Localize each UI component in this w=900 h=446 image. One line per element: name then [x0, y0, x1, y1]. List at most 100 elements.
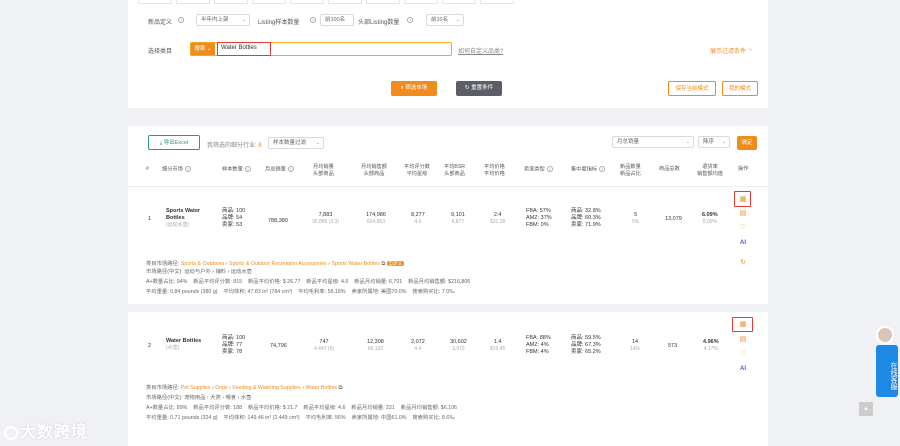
avg-reviews: 8,277 4.6 [411, 212, 425, 225]
industry-text: 我筛选的细分行业: 8 [207, 143, 262, 149]
tile[interactable] [328, 0, 362, 4]
avg-bsr: 30,602 3,972 [450, 339, 467, 352]
tile[interactable] [290, 0, 324, 4]
export-excel-button[interactable]: ⤓ 导出Excel [148, 135, 200, 150]
col-avg-sales[interactable]: 月均销量 头部商品 [313, 164, 334, 178]
filter-panel: 新品定义 ? 半年内上架 ⌄ Listing样本数量 ? 前100名 头部List… [128, 0, 768, 108]
heart-icon[interactable]: ♡ [739, 350, 747, 358]
tile[interactable] [138, 0, 172, 4]
tile[interactable] [404, 0, 438, 4]
col-sample[interactable]: 样本数量? [222, 166, 251, 173]
help-icon[interactable]: ? [310, 17, 316, 23]
expand-filters-link[interactable]: 展示过滤条件 ⌃ [710, 46, 753, 55]
logo: 大数跨境 [4, 418, 88, 442]
concentration: 商品: 59.5% 品牌: 67.3% 卖家: 65.2% [571, 335, 601, 355]
head-listing-select[interactable]: 前10名 ⌄ [426, 14, 464, 26]
path-badge: 自定义 [386, 261, 405, 266]
listing-sample-select[interactable]: 前100名 [320, 14, 354, 26]
category-label: 选择类目 [148, 49, 173, 55]
divider [128, 186, 768, 187]
return-rate: 4.96% 4.17% [703, 339, 719, 352]
col-avg-revenue[interactable]: 月均销售额 头部商品 [361, 164, 387, 178]
path-cn: 市场路径(中文): 宠物用品 › 犬类 › 喂食 › 水壶 [146, 395, 252, 401]
sample-counts: 商品: 100 品牌: 54 卖家: 53 [222, 208, 246, 228]
seller-type: FBA: 57% AMZ: 37% FBM: 0% [526, 208, 552, 228]
col-total-products[interactable]: 商品总数 [659, 166, 680, 173]
avg-sales: 7,883 35,889 (3.3) [312, 212, 339, 225]
tile[interactable] [176, 0, 210, 4]
heart-icon[interactable]: ♡ [739, 224, 747, 232]
avg-revenue: 12,308 69,132 [367, 339, 384, 352]
avg-price: 2.4 $31.28 [490, 212, 506, 225]
external-link-icon[interactable]: ⧉ [381, 261, 385, 267]
path-link[interactable]: Sports & Outdoors [181, 261, 225, 267]
chevron-down-icon: ⌄ [455, 17, 460, 23]
seller-type: FBA: 88% AMZ: 4% FBM: 4% [526, 335, 551, 355]
reset-button[interactable]: ↻ 重置条件 [456, 81, 502, 96]
col-monthly-sales[interactable]: 月总销量? [265, 166, 294, 173]
help-icon[interactable]: ? [178, 17, 184, 23]
ai-icon[interactable]: AI [739, 239, 747, 247]
path-link[interactable]: Feeding & Watering Supplies [232, 385, 300, 391]
custom-category-link[interactable]: 如何自定义品类? [458, 46, 503, 55]
document-icon[interactable]: ▤ [739, 336, 747, 344]
new-products: 5 5% [632, 212, 640, 225]
category-path: 类目市场路径: Pet Supplies › Dogs › Feeding & … [146, 385, 343, 391]
my-template-button[interactable]: 我的模式 [722, 81, 758, 96]
sample-filter-select[interactable]: 样本数量过滤 ⌄ [268, 137, 324, 149]
tile[interactable] [214, 0, 248, 4]
market-name[interactable]: Water Bottles (水壶) [166, 338, 201, 352]
row-separator [128, 304, 768, 312]
chevron-up-icon: ⌃ [747, 49, 753, 55]
col-market[interactable]: 细分市场? [162, 166, 191, 173]
confirm-button[interactable]: 确定 [737, 136, 757, 150]
col-avg-reviews[interactable]: 平均评分数 平均星级 [404, 164, 430, 178]
help-icon[interactable]: ? [407, 17, 413, 23]
help-icon: ? [598, 166, 605, 172]
col-avg-bsr[interactable]: 平均BSR 头部商品 [444, 164, 465, 178]
search-type-select[interactable]: 搜索 ⌄ [191, 43, 215, 55]
avatar[interactable] [876, 326, 894, 344]
ai-icon[interactable]: AI [739, 365, 747, 373]
col-index: # [146, 166, 149, 172]
help-icon: ? [546, 166, 553, 172]
path-link[interactable]: Sports Water Bottles [332, 261, 380, 267]
col-avg-price[interactable]: 平均价格 平均价格 [484, 164, 505, 178]
avg-price: 1.4 $19.45 [490, 339, 506, 352]
top-tiles [138, 0, 514, 4]
external-link-icon[interactable]: ⧉ [339, 385, 343, 391]
download-icon: ⤓ [159, 140, 163, 146]
total-products: 573 [668, 343, 678, 349]
monthly-sales: 788,380 [268, 218, 288, 224]
help-icon: ? [184, 166, 191, 172]
col-seller-type[interactable]: 卖家类型? [524, 166, 553, 173]
path-link[interactable]: Water Bottles [305, 385, 337, 391]
document-icon[interactable]: ▤ [739, 210, 747, 218]
sort-order-select[interactable]: 降序 ⌄ [698, 136, 730, 148]
new-definition-select[interactable]: 半年内上架 ⌄ [196, 14, 250, 26]
col-new-products[interactable]: 新品数量 新品占比 [620, 164, 641, 178]
row-index: 1 [148, 216, 152, 222]
tile[interactable] [366, 0, 400, 4]
head-listing-label: 头部Listing数量 [358, 20, 400, 26]
sample-counts: 商品: 100 品牌: 77 卖家: 78 [222, 335, 246, 355]
online-support-button[interactable]: 在线客服 [876, 345, 898, 397]
new-definition-label: 新品定义 [148, 20, 173, 26]
tile[interactable] [442, 0, 476, 4]
help-icon: ? [287, 166, 294, 172]
col-concentration[interactable]: 集中度指标? [571, 166, 605, 173]
help-icon: ? [244, 166, 251, 172]
tile[interactable] [480, 0, 514, 4]
sort-field-select[interactable]: 月总销量 ⌄ [612, 136, 694, 148]
tile[interactable] [252, 0, 286, 4]
path-link[interactable]: Pet Supplies [181, 385, 211, 391]
col-return-rate[interactable]: 退货率 销售额均值 [697, 164, 723, 178]
save-template-button[interactable]: 保存当前模式 [668, 81, 716, 96]
category-search-input[interactable]: Water Bottles [217, 42, 271, 56]
market-name[interactable]: Sports Water Bottles (运动水壶) [166, 208, 210, 229]
path-link[interactable]: Sports & Outdoor Recreation Accessories [229, 261, 327, 267]
back-to-top-button[interactable]: ▴ [859, 402, 873, 416]
path-link[interactable]: Dogs [215, 385, 227, 391]
refresh-icon[interactable]: ↻ [739, 259, 747, 267]
search-market-button[interactable]: ⌕ 筛选市场 [391, 81, 437, 96]
